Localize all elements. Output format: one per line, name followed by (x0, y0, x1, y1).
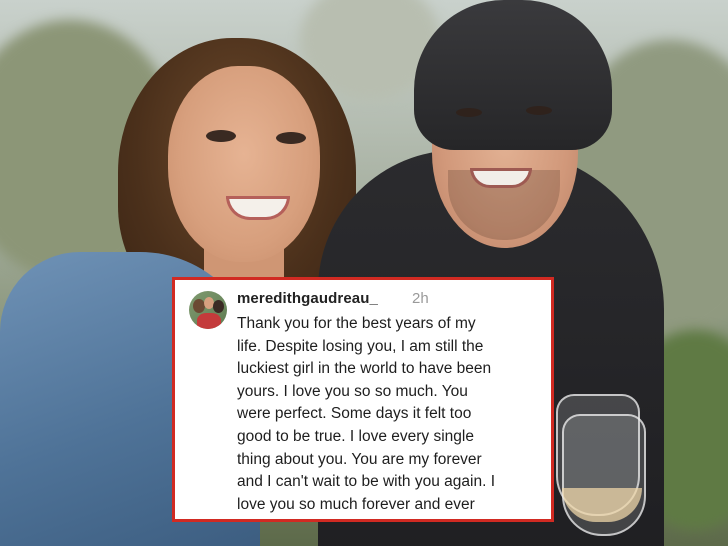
woman-eye (206, 130, 236, 142)
username[interactable]: meredithgaudreau_ (237, 290, 378, 307)
woman-eye (276, 132, 306, 144)
caption-line: luckiest girl in the world to have been (237, 360, 492, 378)
man-eye (526, 106, 552, 115)
post-timestamp: 2h (412, 290, 429, 307)
caption-line: Thank you for the best years of my (237, 315, 476, 332)
caption-line: were perfect. Some days it felt too (237, 405, 472, 423)
woman-face (168, 66, 320, 262)
caption-text: Thank you for the best years of my life.… (237, 313, 545, 516)
caption-line: thing about you. You are my forever (237, 450, 482, 468)
instagram-caption-card: meredithgaudreau_ 2h Thank you for the b… (172, 277, 554, 522)
beanie (414, 0, 612, 150)
caption-line: and I can't wait to be with you again. I (237, 473, 496, 491)
avatar[interactable] (189, 291, 227, 329)
caption-line: life. Despite losing you, I am still the (237, 337, 484, 355)
caption-line: love you so much forever and ever (237, 495, 475, 513)
man-eye (456, 108, 482, 117)
caption-line: yours. I love you so so much. You (237, 382, 468, 400)
caption-line: good to be true. I love every single (237, 427, 474, 445)
